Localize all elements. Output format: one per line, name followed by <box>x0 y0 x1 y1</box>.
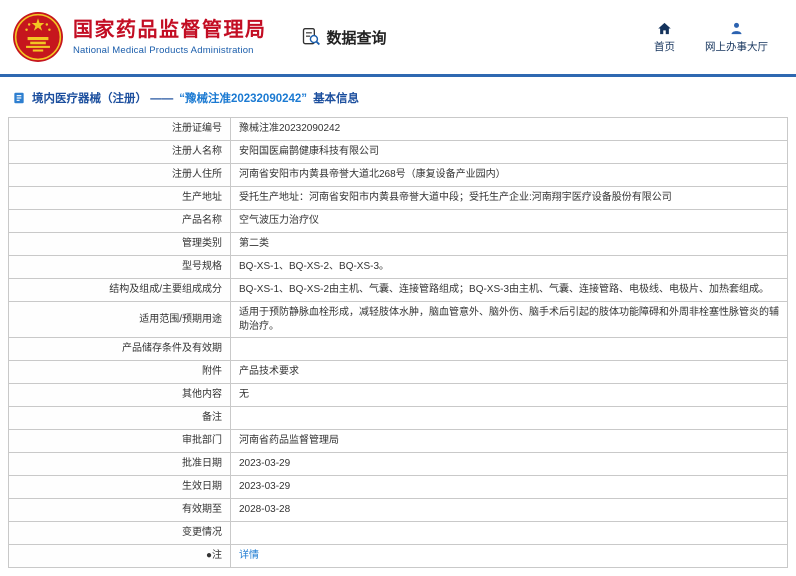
table-row: 备注 <box>8 406 788 430</box>
row-label: 管理类别 <box>8 232 231 256</box>
row-value: 2028-03-28 <box>230 498 788 522</box>
row-value: 安阳国医扁鹊健康科技有限公司 <box>230 140 788 164</box>
table-row: 审批部门 河南省药品监督管理局 <box>8 429 788 453</box>
data-query-title: 数据查询 <box>301 27 387 48</box>
breadcrumb-suffix: 基本信息 <box>313 93 360 105</box>
row-value <box>230 406 788 430</box>
row-label: 适用范围/预期用途 <box>8 301 231 338</box>
row-value: 2023-03-29 <box>230 452 788 476</box>
table-row: 结构及组成/主要组成成分 BQ-XS-1、BQ-XS-2由主机、气囊、连接管路组成… <box>8 278 788 302</box>
row-label: 生效日期 <box>8 475 231 499</box>
row-value: 详情 <box>230 544 788 568</box>
row-value: 受托生产地址：河南省安阳市内黄县帝誉大道中段；受托生产企业:河南翔宇医疗设备股份… <box>230 186 788 210</box>
table-row: 其他内容无 <box>8 383 788 407</box>
document-icon <box>14 92 24 104</box>
row-value: BQ-XS-1、BQ-XS-2由主机、气囊、连接管路组成；BQ-XS-3由主机、… <box>230 278 788 302</box>
row-label: 注册证编号 <box>8 117 231 141</box>
row-label: 附件 <box>8 360 231 384</box>
data-query-label: 数据查询 <box>326 29 387 47</box>
row-label: 生产地址 <box>8 186 231 210</box>
org-name-en: National Medical Products Administration <box>73 44 254 56</box>
national-emblem-icon <box>12 11 64 63</box>
row-value: 产品技术要求 <box>230 360 788 384</box>
person-icon <box>731 22 742 34</box>
row-label: 变更情况 <box>8 521 231 545</box>
table-row: 适用范围/预期用途 适用于预防静脉血栓形成，减轻肢体水肿，脑血管意外、脑外伤、脑手… <box>8 301 788 338</box>
row-label: 型号规格 <box>8 255 231 279</box>
row-value: BQ-XS-1、BQ-XS-2、BQ-XS-3。 <box>230 255 788 279</box>
site-header: 国家药品监督管理局 National Medical Products Admi… <box>0 0 796 74</box>
row-label: 其他内容 <box>8 383 231 407</box>
header-nav: 首页 网上办事大厅 <box>654 21 784 54</box>
row-label: 备注 <box>8 406 231 430</box>
org-names: 国家药品监督管理局 National Medical Products Admi… <box>73 19 267 56</box>
table-row: 附件 产品技术要求 <box>8 360 788 384</box>
row-value: 河南省药品监督管理局 <box>230 429 788 453</box>
data-query-icon <box>302 28 320 46</box>
org-name-cn: 国家药品监督管理局 <box>73 18 267 41</box>
registration-info-table: 注册证编号 豫械注准20232090242 注册人名称 安阳国医扁鹊健康科技有限公司注… <box>8 117 788 568</box>
row-value: 无 <box>230 383 788 407</box>
row-label: 产品储存条件及有效期 <box>8 337 231 361</box>
row-value: 第二类 <box>230 232 788 256</box>
nav-home[interactable]: 首页 <box>654 21 675 54</box>
detail-link[interactable]: 详情 <box>239 550 259 561</box>
row-value <box>230 521 788 545</box>
table-row: 生产地址 受托生产地址：河南省安阳市内黄县帝誉大道中段；受托生产企业:河南翔宇医疗… <box>8 186 788 210</box>
row-label: 结构及组成/主要组成成分 <box>8 278 231 302</box>
breadcrumb: 境内医疗器械（注册） —— “豫械注准20232090242” 基本信息 <box>0 77 796 115</box>
table-row: 批准日期 2023-03-29 <box>8 452 788 476</box>
nav-service-hall[interactable]: 网上办事大厅 <box>705 21 768 54</box>
row-label: 注册人名称 <box>8 140 231 164</box>
site-logo: 国家药品监督管理局 National Medical Products Admi… <box>12 11 267 63</box>
table-row: 注册人住所 河南省安阳市内黄县帝誉大道北268号（康复设备产业园内） <box>8 163 788 187</box>
nav-home-label: 首页 <box>654 40 675 53</box>
table-row: 注册人名称 安阳国医扁鹊健康科技有限公司 <box>8 140 788 164</box>
breadcrumb-prefix: 境内医疗器械（注册） —— <box>32 93 174 105</box>
info-table-body: 注册证编号 豫械注准20232090242 注册人名称 安阳国医扁鹊健康科技有限公司注… <box>8 117 788 568</box>
home-icon <box>658 22 671 34</box>
row-value: 空气波压力治疗仪 <box>230 209 788 233</box>
row-value: 适用于预防静脉血栓形成，减轻肢体水肿，脑血管意外、脑外伤、脑手术后引起的肢体功能… <box>230 301 788 338</box>
table-row: 注册证编号 豫械注准20232090242 <box>8 117 788 141</box>
row-label: 注册人住所 <box>8 163 231 187</box>
row-value <box>230 337 788 361</box>
table-row: 产品名称 空气波压力治疗仪 <box>8 209 788 233</box>
row-label: 产品名称 <box>8 209 231 233</box>
row-label: ●注 <box>8 544 231 568</box>
table-row: 产品储存条件及有效期 <box>8 337 788 361</box>
row-value: 2023-03-29 <box>230 475 788 499</box>
table-row: 型号规格 BQ-XS-1、BQ-XS-2、BQ-XS-3。 <box>8 255 788 279</box>
row-label: 批准日期 <box>8 452 231 476</box>
breadcrumb-registration-number: “豫械注准20232090242” <box>179 93 308 105</box>
table-row: 管理类别 第二类 <box>8 232 788 256</box>
row-label: 审批部门 <box>8 429 231 453</box>
row-value: 豫械注准20232090242 <box>230 117 788 141</box>
table-row: ●注 详情 <box>8 544 788 568</box>
table-row: 生效日期 2023-03-29 <box>8 475 788 499</box>
row-label: 有效期至 <box>8 498 231 522</box>
table-row: 变更情况 <box>8 521 788 545</box>
nav-service-hall-label: 网上办事大厅 <box>705 40 768 53</box>
row-value: 河南省安阳市内黄县帝誉大道北268号（康复设备产业园内） <box>230 163 788 187</box>
table-row: 有效期至 2028-03-28 <box>8 498 788 522</box>
